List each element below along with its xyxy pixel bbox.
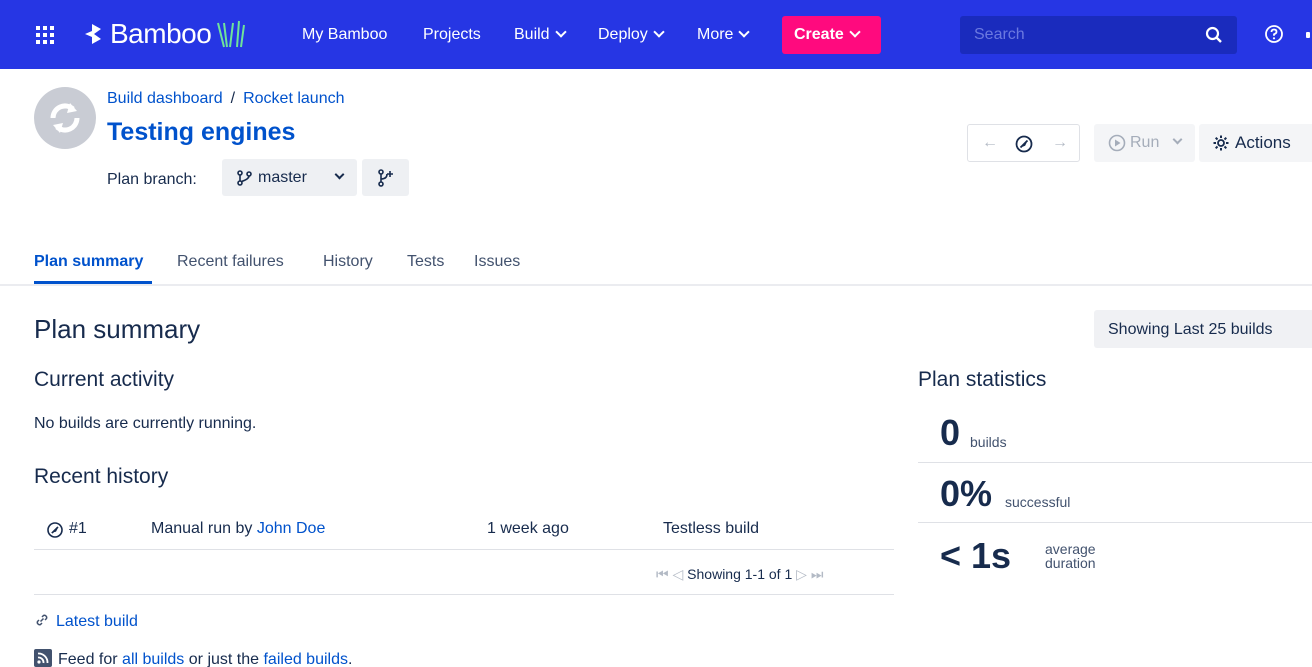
breadcrumb-rocket-launch[interactable]: Rocket launch xyxy=(243,90,344,107)
bamboo-stalks-icon xyxy=(217,20,246,48)
actions-button[interactable]: Actions xyxy=(1199,124,1312,162)
builds-label: builds xyxy=(970,434,1007,450)
history-pagination: ⏮ ◁ Showing 1-1 of 1 ▷ ⏭ xyxy=(656,566,823,583)
prev-page-icon[interactable]: ◁ xyxy=(673,566,684,582)
latest-build-link[interactable]: Latest build xyxy=(56,613,138,630)
builds-count: 0 xyxy=(940,412,961,453)
tabs-divider xyxy=(0,284,1312,286)
breadcrumb: Build dashboard / Rocket launch xyxy=(107,90,344,108)
nav-my-bamboo[interactable]: My Bamboo xyxy=(302,26,387,44)
breadcrumb-build-dashboard[interactable]: Build dashboard xyxy=(107,90,223,107)
settings-icon[interactable] xyxy=(1306,32,1310,38)
top-navigation-bar: Bamboo My Bamboo Projects Build Deploy M… xyxy=(0,0,1312,69)
build-navigation-group: ← → xyxy=(967,124,1080,162)
link-icon xyxy=(36,614,48,626)
current-activity-text: No builds are currently running. xyxy=(34,415,257,432)
gear-icon xyxy=(1213,135,1229,151)
branch-value: master xyxy=(258,169,307,186)
stat-duration: < 1s average duration xyxy=(918,523,1312,587)
help-icon[interactable] xyxy=(1264,24,1284,44)
bamboo-logo[interactable]: Bamboo xyxy=(80,18,249,50)
build-status-icon[interactable] xyxy=(1014,134,1034,154)
search-placeholder: Search xyxy=(974,26,1025,43)
chevron-down-icon xyxy=(849,26,861,38)
stat-success: 0% successful xyxy=(918,463,1312,523)
last-page-icon[interactable]: ⏭ xyxy=(811,566,824,582)
current-activity-heading: Current activity xyxy=(34,368,175,391)
tab-tests[interactable]: Tests xyxy=(407,253,444,271)
showing-builds-dropdown[interactable]: Showing Last 25 builds xyxy=(1094,310,1312,348)
branch-add-icon xyxy=(378,169,393,187)
plan-summary-heading: Plan summary xyxy=(34,314,201,344)
chevron-down-icon xyxy=(554,26,567,38)
pagination-text: Showing 1-1 of 1 xyxy=(687,566,793,582)
success-rate: 0% xyxy=(940,473,993,514)
plan-branch-select[interactable]: master xyxy=(222,159,357,196)
chevron-down-icon xyxy=(738,26,751,38)
plan-branch-label: Plan branch: xyxy=(107,171,197,188)
duration-label: average duration xyxy=(1045,541,1096,571)
next-build-icon[interactable]: → xyxy=(1052,134,1068,152)
next-page-icon[interactable]: ▷ xyxy=(796,566,807,582)
all-builds-feed-link[interactable]: all builds xyxy=(122,651,184,667)
bamboo-mark-icon xyxy=(85,24,101,44)
page-title[interactable]: Testing engines xyxy=(107,118,295,147)
build-number[interactable]: #1 xyxy=(69,520,87,538)
user-link[interactable]: John Doe xyxy=(257,520,326,537)
chevron-down-icon xyxy=(334,169,345,180)
recent-history-heading: Recent history xyxy=(34,465,169,488)
latest-build-row: Latest build xyxy=(34,612,138,631)
run-button[interactable]: Run xyxy=(1094,124,1195,162)
play-icon xyxy=(1108,134,1126,152)
build-reason: Manual run by John Doe xyxy=(151,520,326,537)
nav-build[interactable]: Build xyxy=(514,26,567,44)
rss-feed-icon xyxy=(34,649,52,667)
failed-builds-feed-link[interactable]: failed builds xyxy=(263,651,348,667)
first-page-icon[interactable]: ⏮ xyxy=(656,566,669,582)
create-branch-button[interactable] xyxy=(362,159,409,196)
create-button[interactable]: Create xyxy=(782,16,881,54)
feed-text: Feed for all builds or just the failed b… xyxy=(58,651,353,667)
nav-more[interactable]: More xyxy=(697,26,751,44)
app-switcher-icon[interactable] xyxy=(36,26,54,44)
stat-builds: 0 builds xyxy=(918,404,1312,463)
breadcrumb-separator: / xyxy=(230,90,236,107)
average-duration: < 1s xyxy=(940,535,1012,576)
build-time: 1 week ago xyxy=(487,520,569,537)
search-input[interactable]: Search xyxy=(960,16,1237,54)
tab-history[interactable]: History xyxy=(323,253,373,271)
search-icon[interactable] xyxy=(1205,26,1223,44)
plan-tabs: Plan summary Recent failures History Tes… xyxy=(0,249,1312,285)
table-row[interactable]: #1 Manual run by John Doe 1 week ago Tes… xyxy=(34,510,894,550)
success-label: successful xyxy=(1005,494,1071,510)
plan-statistics-heading: Plan statistics xyxy=(918,368,1047,391)
nav-deploy[interactable]: Deploy xyxy=(598,26,665,44)
build-tests: Testless build xyxy=(663,520,760,537)
branch-icon xyxy=(237,170,252,186)
refresh-icon xyxy=(50,103,80,133)
plan-avatar xyxy=(34,87,96,149)
divider xyxy=(34,594,894,595)
chevron-down-icon xyxy=(653,26,665,38)
tab-plan-summary[interactable]: Plan summary xyxy=(34,253,143,271)
build-status-icon xyxy=(47,522,63,538)
previous-build-icon[interactable]: ← xyxy=(982,134,998,152)
chevron-down-icon xyxy=(1172,134,1183,145)
tab-recent-failures[interactable]: Recent failures xyxy=(177,253,284,271)
tab-issues[interactable]: Issues xyxy=(474,253,520,271)
brand-name: Bamboo xyxy=(110,18,212,49)
nav-projects[interactable]: Projects xyxy=(423,26,481,44)
